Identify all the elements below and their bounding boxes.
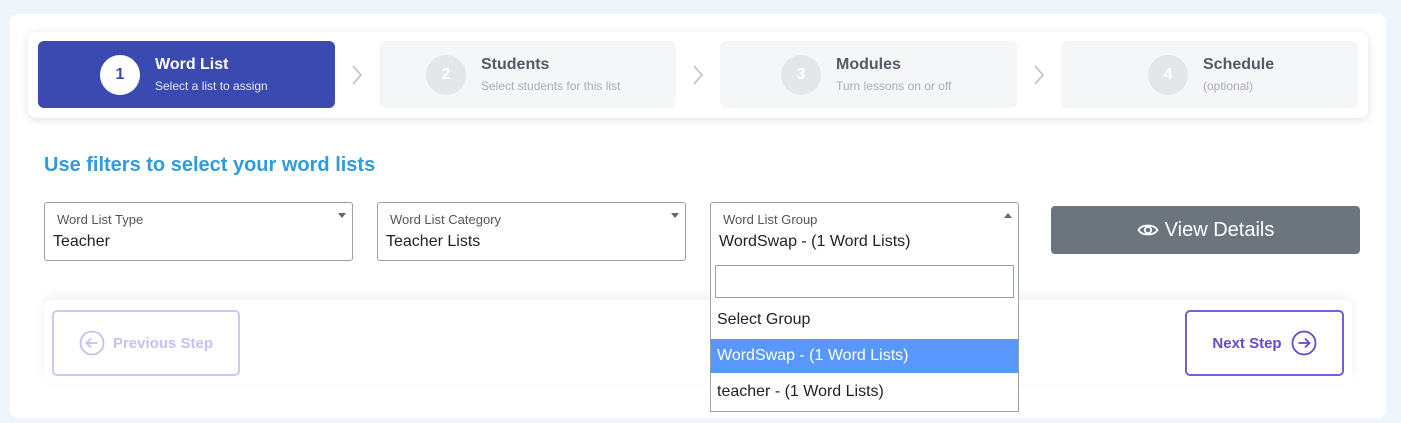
arrow-right-circle-icon: [1291, 330, 1316, 356]
step-modules[interactable]: 3 Modules Turn lessons on or off: [720, 41, 1017, 108]
group-search-input[interactable]: [715, 265, 1014, 298]
caret-down-icon: [338, 213, 346, 218]
step-students[interactable]: 2 Students Select students for this list: [379, 41, 676, 108]
step-word-list[interactable]: 1 Word List Select a list to assign: [38, 41, 335, 108]
arrow-left-circle-icon: [79, 330, 105, 356]
step-number: 3: [781, 54, 821, 95]
next-step-label: Next Step: [1212, 334, 1282, 352]
step-title: Schedule: [1203, 55, 1275, 73]
step-subtitle: (optional): [1203, 78, 1254, 93]
next-step-button[interactable]: Next Step: [1185, 310, 1344, 376]
step-title: Students: [481, 55, 550, 73]
word-list-group-select[interactable]: Word List Group WordSwap - (1 Word Lists…: [710, 202, 1019, 261]
step-number: 2: [426, 54, 466, 95]
step-subtitle: Select a list to assign: [155, 78, 268, 93]
step-number: 1: [100, 54, 140, 95]
step-schedule[interactable]: 4 Schedule (optional): [1061, 41, 1358, 108]
step-number: 4: [1148, 54, 1188, 95]
previous-step-label: Previous Step: [112, 334, 214, 352]
view-details-button[interactable]: View Details: [1051, 206, 1360, 254]
word-list-category-select[interactable]: Word List Category Teacher Lists: [377, 202, 686, 261]
word-list-type-select[interactable]: Word List Type Teacher: [44, 202, 353, 261]
chevron-right-icon: [693, 65, 704, 85]
select-label: Word List Group: [723, 212, 818, 227]
dropdown-option[interactable]: Select Group: [711, 303, 1018, 337]
select-value: Teacher: [53, 233, 110, 250]
previous-step-button[interactable]: Previous Step: [52, 310, 240, 376]
stepper: 1 Word List Select a list to assign 2 St…: [28, 32, 1368, 118]
dropdown-option-selected[interactable]: WordSwap - (1 Word Lists): [711, 339, 1018, 373]
chevron-right-icon: [352, 65, 363, 85]
caret-down-icon: [671, 213, 679, 218]
select-label: Word List Category: [390, 212, 502, 227]
view-details-label: View Details: [1164, 218, 1275, 241]
filters-heading: Use filters to select your word lists: [44, 154, 376, 176]
step-title: Modules: [836, 55, 901, 73]
step-title: Word List: [155, 55, 229, 73]
step-navigation: Previous Step Next Step: [44, 300, 1352, 384]
chevron-right-icon: [1034, 65, 1045, 85]
group-dropdown-menu: Select Group WordSwap - (1 Word Lists) t…: [710, 260, 1019, 412]
eye-icon: [1137, 224, 1159, 236]
step-subtitle: Select students for this list: [481, 78, 621, 93]
step-subtitle: Turn lessons on or off: [836, 78, 952, 93]
select-value: WordSwap - (1 Word Lists): [719, 233, 911, 250]
select-value: Teacher Lists: [386, 233, 481, 250]
select-label: Word List Type: [57, 212, 144, 227]
caret-up-icon: [1004, 213, 1012, 218]
dropdown-option[interactable]: teacher - (1 Word Lists): [711, 375, 1018, 409]
